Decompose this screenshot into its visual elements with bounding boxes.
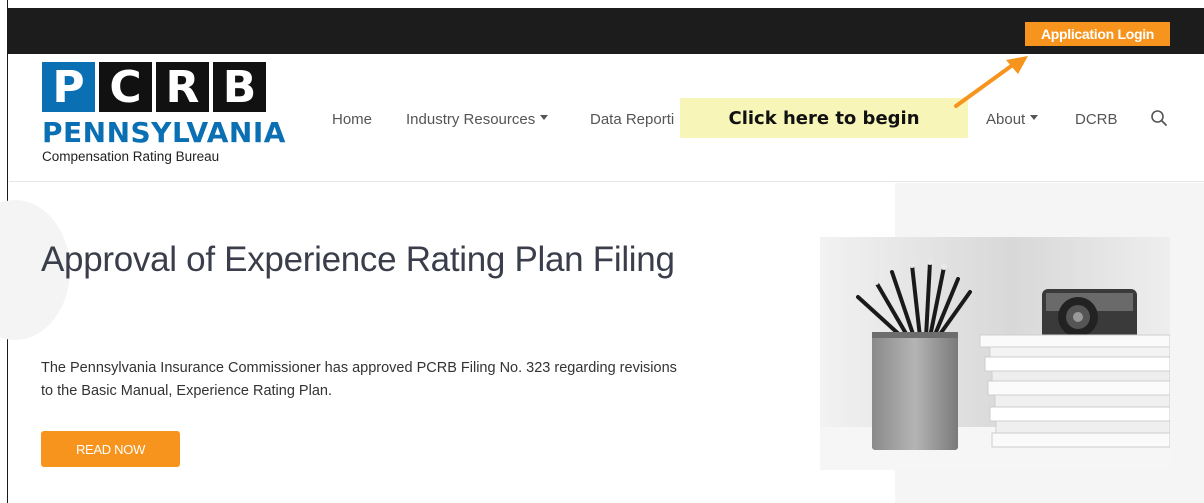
nav-item-data-reporting[interactable]: Data Reporti — [590, 111, 674, 128]
hero-title: Approval of Experience Rating Plan Filin… — [41, 240, 675, 279]
hero-image — [820, 237, 1170, 470]
logo-letter-c: C — [99, 62, 152, 113]
logo-letter-r: R — [156, 62, 209, 113]
nav-item-label: Industry Resources — [406, 110, 536, 128]
nav-item-label: DCRB — [1075, 110, 1118, 128]
caret-down-icon — [1030, 115, 1039, 121]
nav-item-label: About — [986, 110, 1026, 128]
nav-item-label: Home — [332, 110, 373, 128]
caret-down-icon — [540, 115, 549, 121]
page: Application Login P C R B PENNSYLVANIA C… — [0, 0, 1204, 503]
logo-letter-blocks: P C R B — [42, 62, 272, 113]
nav-item-industry-resources[interactable]: Industry Resources — [406, 110, 549, 128]
read-now-button[interactable]: READ NOW — [41, 431, 180, 467]
application-login-button[interactable]: Application Login — [1025, 22, 1170, 46]
logo-state-name: PENNSYLVANIA — [42, 116, 286, 149]
logo-letter-p: P — [42, 62, 95, 113]
pcrb-logo[interactable]: P C R B PENNSYLVANIA Compensation Rating… — [42, 62, 286, 174]
logo-letter-b: B — [213, 62, 266, 113]
nav-item-dcrb[interactable]: DCRB — [1075, 111, 1118, 128]
hero-description: The Pennsylvania Insurance Commissioner … — [41, 360, 677, 399]
search-icon[interactable] — [1150, 109, 1168, 127]
pointer-arrow-icon — [954, 56, 1028, 108]
logo-subtitle: Compensation Rating Bureau — [42, 149, 220, 164]
nav-item-home[interactable]: Home — [332, 111, 372, 128]
click-here-callout: Click here to begin — [680, 98, 968, 138]
nav-item-label: Data Reporti — [590, 110, 675, 128]
nav-item-about[interactable]: About — [986, 110, 1039, 128]
